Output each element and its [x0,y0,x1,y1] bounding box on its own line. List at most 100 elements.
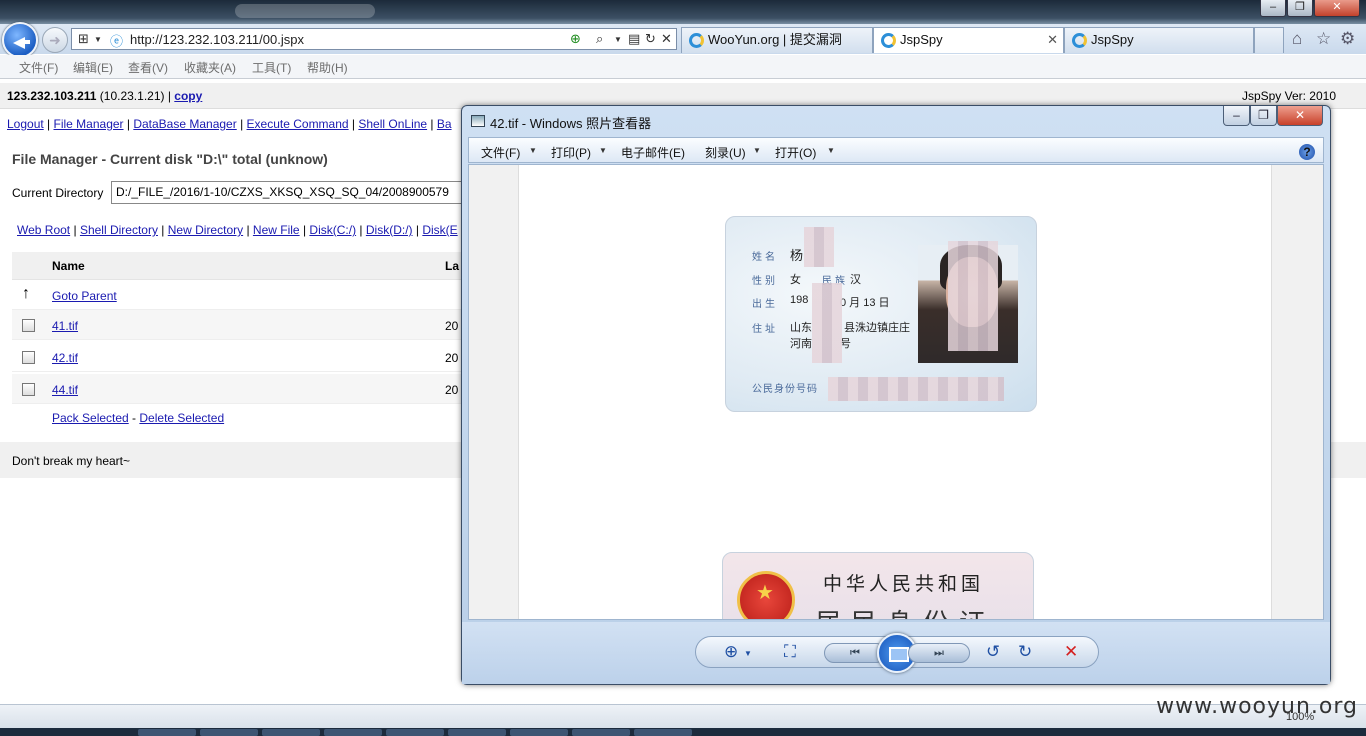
file-checkbox[interactable] [22,383,35,396]
chevron-down-icon[interactable]: ▼ [599,146,607,155]
taskbar-item[interactable] [138,729,196,736]
home-icon[interactable]: ⌂ [1292,29,1302,49]
nav-logout[interactable]: Logout [7,117,44,131]
footer-text: Don't break my heart~ [12,454,131,468]
viewer-menu-print[interactable]: 打印(P) [551,144,591,161]
file-link[interactable]: 42.tif [52,351,78,365]
new-tab-button[interactable] [1254,27,1284,53]
maximize-button[interactable]: ❐ [1287,0,1313,17]
chevron-down-icon[interactable]: ▼ [753,146,761,155]
file-date: 20 [445,351,459,365]
close-button[interactable]: ✕ [1314,0,1360,17]
taskbar-item[interactable] [262,729,320,736]
file-link[interactable]: 41.tif [52,319,78,333]
url-text[interactable]: http://123.232.103.211/00.jspx [130,32,304,47]
delete-selected-link[interactable]: Delete Selected [139,411,224,425]
forward-button[interactable]: ➜ [42,27,68,53]
chevron-down-icon[interactable]: ▼ [529,146,537,155]
canvas-margin-right [1271,165,1323,619]
taskbar-item[interactable] [386,729,444,736]
viewer-menu-burn[interactable]: 刻录(U) [705,144,746,161]
viewer-menu-open[interactable]: 打开(O) [775,144,816,161]
file-link[interactable]: 44.tif [52,383,78,397]
host-info: 123.232.103.211 (10.23.1.21) | copy [7,89,203,103]
minimize-button[interactable]: – [1260,0,1286,17]
taskbar-item[interactable] [448,729,506,736]
delete-icon[interactable]: ✕ [1064,642,1078,662]
id-nation-value: 汉 [850,274,861,286]
id-birth-date: 0 月 13 日 [840,297,890,309]
menu-file[interactable]: 文件(F) [19,59,58,76]
quick-links: Web Root | Shell Directory | New Directo… [17,223,458,237]
link-new-directory[interactable]: New Directory [168,223,243,237]
rotate-cw-icon[interactable]: ↻ [1018,642,1032,662]
gear-icon[interactable]: ⚙ [1340,29,1355,49]
tab-jspspy[interactable]: JspSpy [1064,27,1254,53]
next-button[interactable]: ⏭ [908,643,970,663]
taskbar-item[interactable] [510,729,568,736]
menu-edit[interactable]: 编辑(E) [73,59,113,76]
file-checkbox[interactable] [22,351,35,364]
search-icon[interactable]: ⌕ [596,31,603,47]
photo-viewer-window[interactable]: 42.tif - Windows 照片查看器 – ❐ ✕ 文件(F) ▼ 打印(… [461,105,1331,685]
nav-ba[interactable]: Ba [437,117,452,131]
pack-selected-link[interactable]: Pack Selected [52,411,129,425]
menu-help[interactable]: 帮助(H) [307,59,348,76]
id-back-subtitle: 居民身份证 [815,603,995,619]
help-icon[interactable]: ? [1299,144,1315,160]
chevron-down-icon[interactable]: ▼ [827,146,835,155]
nav-database-manager[interactable]: DataBase Manager [133,117,236,131]
address-bar[interactable]: ⊞ ▼ ⓔ http://123.232.103.211/00.jspx ⊕ ⌕… [71,28,677,50]
refresh-icon[interactable]: ↻ [645,31,656,47]
viewer-close-button[interactable]: ✕ [1277,106,1323,126]
redaction-mosaic [804,227,834,267]
id-card-front: 姓名 杨 性别 女 民族 汉 出生 198 0 月 13 日 住址 山东 县洙边… [725,216,1037,412]
tab-wooyun[interactable]: WooYun.org | 提交漏洞 [681,27,873,53]
add-tab-icon[interactable]: ⊞ [78,31,89,47]
image-canvas[interactable]: 姓名 杨 性别 女 民族 汉 出生 198 0 月 13 日 住址 山东 县洙边… [468,164,1324,620]
window-title-strip: – ❐ ✕ [0,0,1366,26]
stop-icon[interactable]: ✕ [661,31,672,47]
link-disk-e[interactable]: Disk(E [422,223,457,237]
rotate-ccw-icon[interactable]: ↺ [986,642,1000,662]
link-web-root[interactable]: Web Root [17,223,70,237]
taskbar-item[interactable] [324,729,382,736]
actual-size-icon[interactable]: ⛶ [784,642,796,662]
nav-file-manager[interactable]: File Manager [54,117,124,131]
favorites-star-icon[interactable]: ☆ [1316,29,1331,49]
viewer-menu-file[interactable]: 文件(F) [481,144,520,161]
bulk-actions: Pack Selected - Delete Selected [52,411,225,425]
file-checkbox[interactable] [22,319,35,332]
chevron-down-icon[interactable]: ▼ [94,35,102,44]
chevron-down-icon[interactable]: ▼ [614,35,622,44]
taskbar-item[interactable] [200,729,258,736]
zoom-icon[interactable]: ⊕ [724,642,738,662]
viewer-minimize-button[interactable]: – [1223,106,1250,126]
compat-view-icon[interactable]: ▤ [628,31,640,47]
taskbar-item[interactable] [634,729,692,736]
menu-view[interactable]: 查看(V) [128,59,168,76]
close-tab-icon[interactable]: ✕ [1047,28,1058,52]
back-button[interactable] [2,22,38,58]
current-directory-input[interactable]: D:/_FILE_/2016/1-10/CZXS_XKSQ_XSQ_SQ_04/… [111,181,471,204]
copy-link[interactable]: copy [174,89,202,103]
goto-parent-link[interactable]: Goto Parent [52,289,117,303]
link-disk-d[interactable]: Disk(D:/) [366,223,413,237]
id-birth-year: 198 [790,294,809,306]
menu-favorites[interactable]: 收藏夹(A) [184,59,236,76]
chevron-down-icon[interactable]: ▼ [744,649,752,658]
viewer-maximize-button[interactable]: ❐ [1250,106,1277,126]
compat-icon[interactable]: ⊕ [570,31,581,47]
link-shell-directory[interactable]: Shell Directory [80,223,158,237]
tab-jspspy-active[interactable]: JspSpy ✕ [873,27,1064,53]
link-disk-c[interactable]: Disk(C:/) [309,223,356,237]
link-new-file[interactable]: New File [253,223,300,237]
taskbar-item[interactable] [572,729,630,736]
viewer-menu-email[interactable]: 电子邮件(E) [621,144,685,161]
tab-label: JspSpy [1091,32,1134,47]
taskbar [0,728,1366,736]
nav-execute-command[interactable]: Execute Command [247,117,349,131]
nav-shell-online[interactable]: Shell OnLine [358,117,427,131]
up-arrow-icon: ↑ [22,285,30,302]
menu-tools[interactable]: 工具(T) [252,59,291,76]
